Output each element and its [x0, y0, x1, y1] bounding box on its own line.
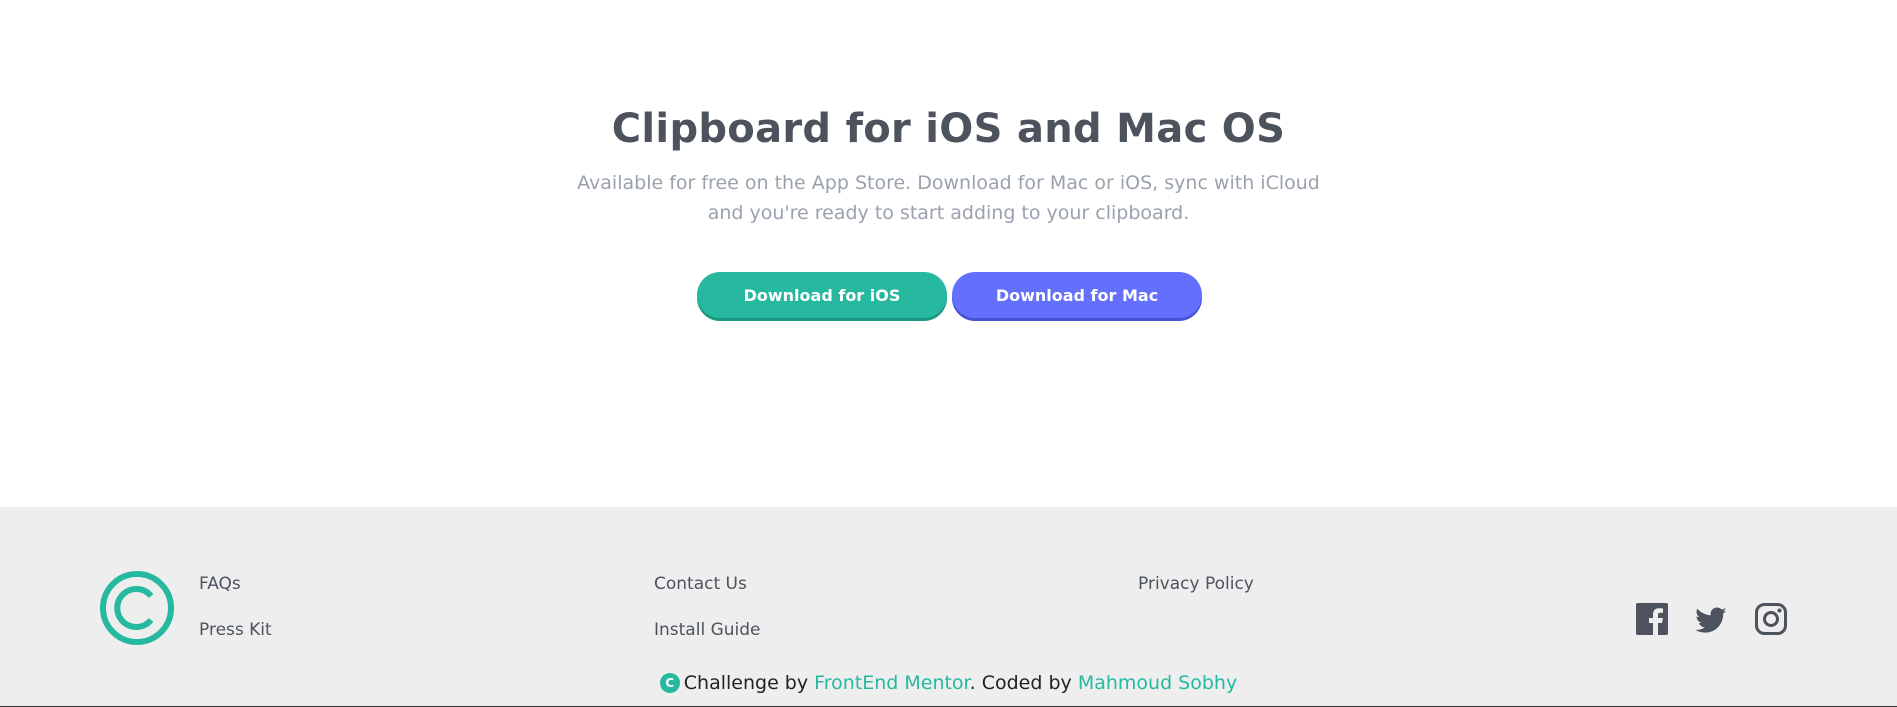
facebook-icon[interactable] [1635, 602, 1669, 636]
download-mac-button[interactable]: Download for Mac [952, 272, 1202, 318]
footer-link-install-guide[interactable]: Install Guide [654, 620, 761, 640]
footer-link-contact-us[interactable]: Contact Us [654, 574, 747, 594]
cta-title: Clipboard for iOS and Mac OS [611, 106, 1286, 152]
footer-link-press-kit[interactable]: Press Kit [199, 620, 272, 640]
logo-copyright-icon[interactable] [99, 570, 175, 646]
download-ios-button[interactable]: Download for iOS [697, 272, 947, 318]
twitter-icon[interactable] [1694, 604, 1728, 638]
cta-description: Available for free on the App Store. Dow… [577, 172, 1320, 224]
cta-section: Clipboard for iOS and Mac OS Available f… [0, 0, 1897, 507]
instagram-icon[interactable] [1754, 602, 1788, 636]
author-link[interactable]: Mahmoud Sobhy [1078, 672, 1237, 694]
attribution-c-icon: C [659, 673, 680, 693]
attribution-middle: . Coded by [969, 672, 1078, 694]
footer-link-faqs[interactable]: FAQs [199, 574, 241, 594]
frontend-mentor-link[interactable]: FrontEnd Mentor [814, 672, 969, 694]
footer-link-privacy-policy[interactable]: Privacy Policy [1138, 574, 1254, 594]
attribution-prefix: Challenge by [683, 672, 815, 694]
attribution: C Challenge by FrontEnd Mentor. Coded by … [0, 672, 1897, 694]
